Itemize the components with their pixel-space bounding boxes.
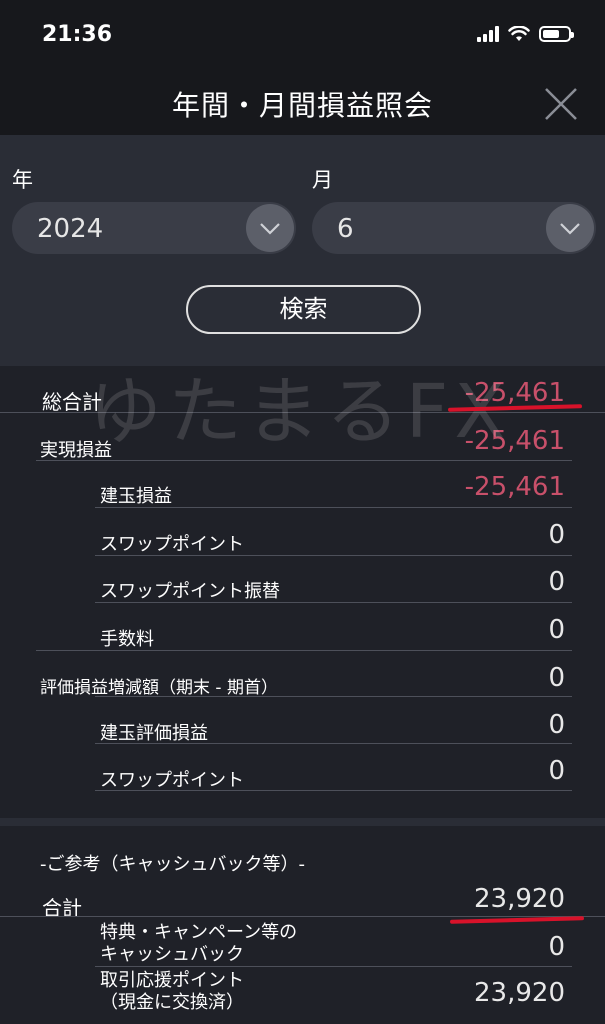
month-label: 月 [312, 168, 333, 192]
trading-points-label: 取引応援ポイント （現金に交換済） [100, 970, 244, 1014]
page-title: 年間・月間損益照会 [171, 89, 433, 122]
year-select[interactable]: 2024 [12, 202, 296, 254]
commission-value: 0 [548, 615, 565, 645]
reference-total-value: 23,920 [474, 884, 565, 914]
close-icon[interactable] [543, 86, 579, 122]
swap-point-label: スワップポイント [100, 534, 244, 555]
divider [0, 916, 605, 917]
divider [95, 966, 572, 967]
trading-points-label-line2: （現金に交換済） [100, 992, 244, 1013]
swap-transfer-value: 0 [548, 567, 565, 597]
clock: 21:36 [42, 22, 113, 47]
status-icons [477, 26, 574, 42]
commission-label: 手数料 [100, 629, 154, 650]
valuation-swap-label: スワップポイント [100, 770, 244, 791]
status-bar: 21:36 [0, 0, 605, 70]
cashback-value: 0 [548, 932, 565, 962]
divider [95, 790, 572, 791]
divider [95, 555, 572, 556]
cashback-label: 特典・キャンペーン等の キャッシュバック [100, 922, 297, 966]
reference-panel: -ご参考（キャッシュバック等）- 合計 23,920 特典・キャンペーン等の キ… [0, 826, 605, 1024]
cashback-label-line1: 特典・キャンペーン等の [100, 922, 298, 943]
cashback-label-line2: キャッシュバック [100, 944, 244, 965]
position-pl-label: 建玉損益 [100, 486, 172, 507]
swap-transfer-label: スワップポイント振替 [100, 581, 280, 602]
divider [36, 650, 572, 651]
wifi-icon [508, 26, 530, 41]
divider [95, 743, 572, 744]
position-pl-value: -25,461 [464, 472, 565, 502]
position-valuation-label: 建玉評価損益 [100, 723, 208, 744]
month-value: 6 [337, 214, 354, 244]
search-button[interactable]: 検索 [186, 285, 421, 334]
trading-points-label-line1: 取引応援ポイント [100, 970, 244, 991]
chevron-down-icon[interactable] [546, 204, 594, 252]
swap-point-value: 0 [548, 520, 565, 550]
reference-title: -ご参考（キャッシュバック等）- [40, 854, 305, 875]
divider [95, 507, 572, 508]
year-label: 年 [12, 168, 33, 192]
divider [95, 602, 572, 603]
divider [95, 696, 572, 697]
divider [36, 460, 572, 461]
battery-icon [539, 26, 574, 42]
year-value: 2024 [37, 214, 104, 244]
valuation-change-value: 0 [548, 663, 565, 693]
position-valuation-value: 0 [548, 710, 565, 740]
valuation-change-label: 評価損益増減額（期末 - 期首） [40, 678, 278, 698]
watermark: ゆたまるFX [88, 369, 512, 455]
valuation-swap-value: 0 [548, 756, 565, 786]
chevron-down-icon[interactable] [246, 204, 294, 252]
month-select[interactable]: 6 [312, 202, 596, 254]
header-bar: 年間・月間損益照会 [0, 70, 605, 135]
trading-points-value: 23,920 [474, 978, 565, 1008]
cellular-signal-icon [477, 26, 499, 42]
